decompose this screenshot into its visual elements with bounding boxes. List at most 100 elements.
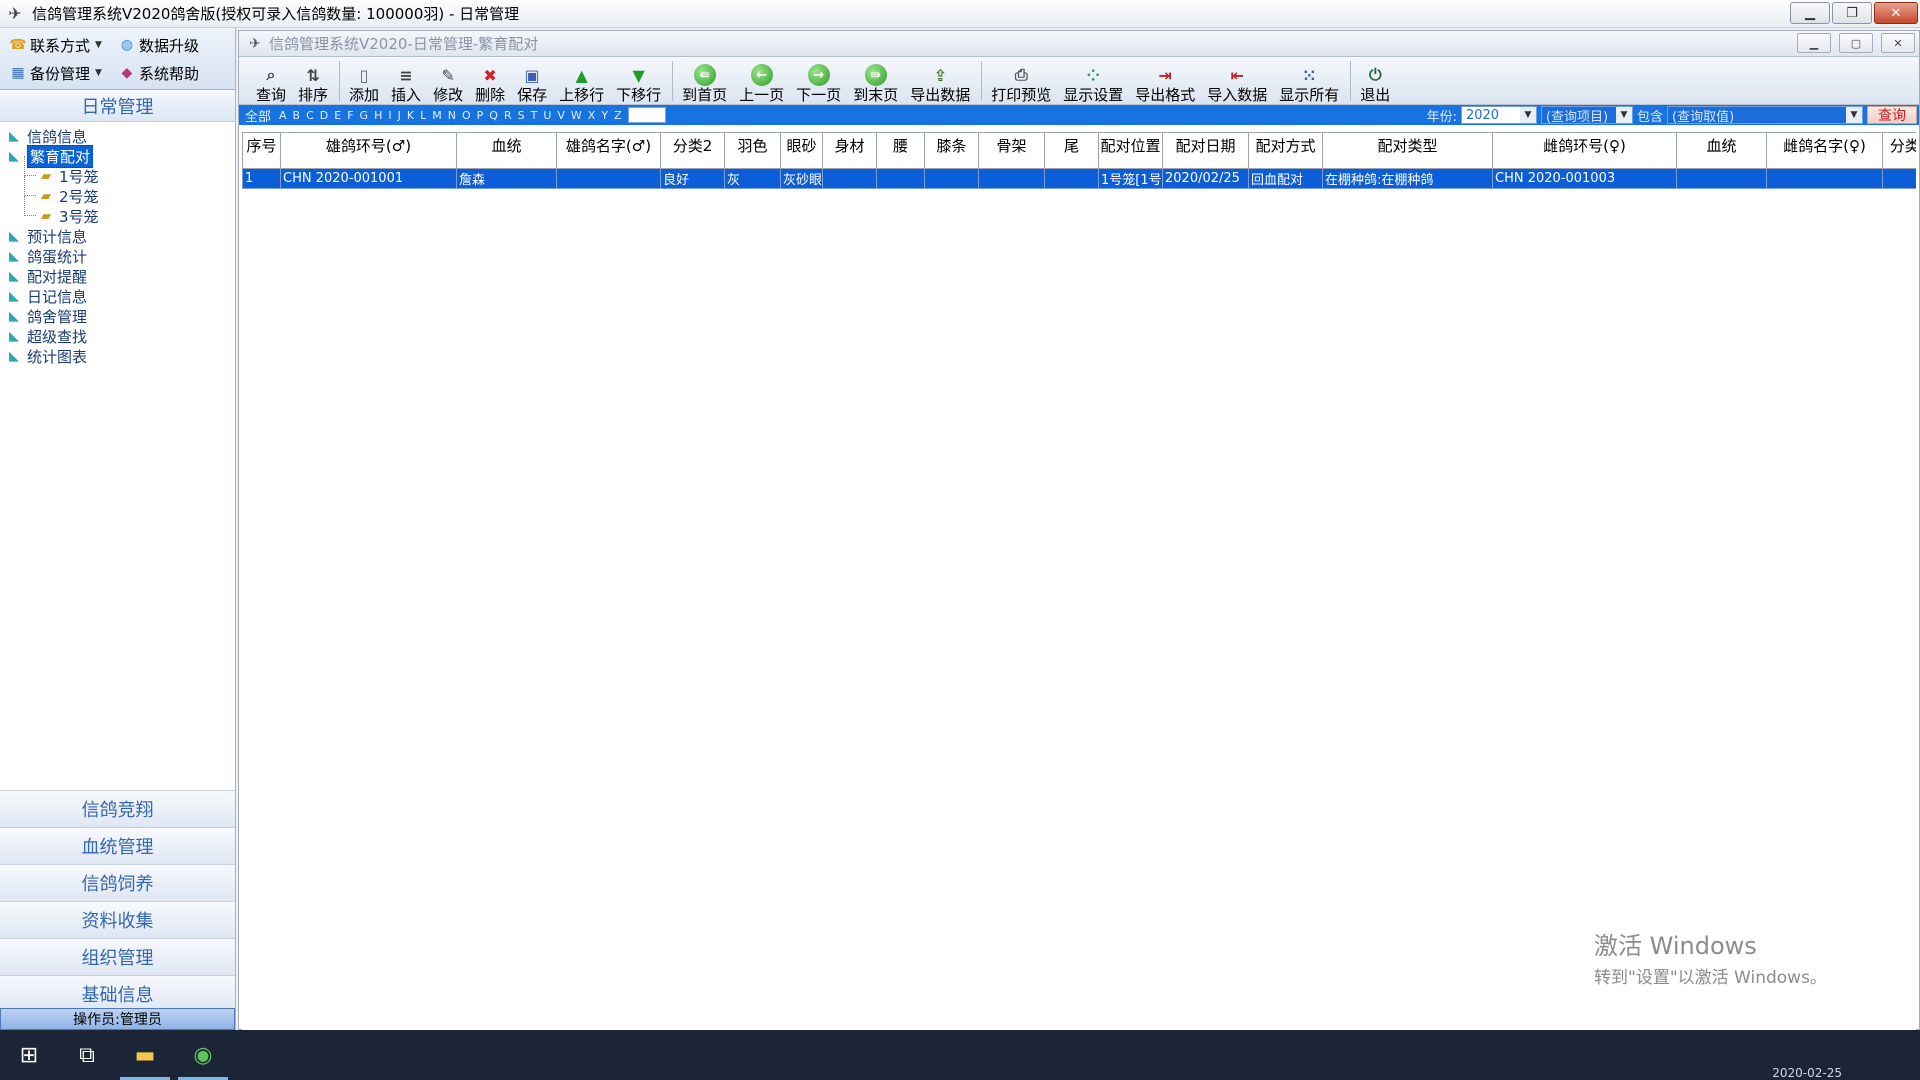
left-toolbar-grid-button[interactable]: ▦ 备份管理 ▼ — [4, 61, 107, 85]
letter-filter-i[interactable]: I — [388, 109, 391, 122]
column-header[interactable]: 羽色 — [724, 132, 781, 169]
exit-button[interactable]: ⏻ 退出 — [1357, 58, 1393, 104]
letter-filter-q[interactable]: Q — [489, 109, 498, 122]
nav-section-button[interactable]: 信鸽饲养 — [0, 864, 235, 901]
letter-filter-c[interactable]: C — [306, 109, 314, 122]
letter-filter-m[interactable]: M — [432, 109, 442, 122]
inner-minimize-button[interactable]: ▁ — [1797, 33, 1831, 53]
tree-item[interactable]: ◣ 超级查找 — [6, 326, 235, 346]
table-cell[interactable] — [1766, 168, 1883, 189]
letter-filter-input[interactable] — [627, 107, 666, 123]
table-cell[interactable] — [1044, 168, 1099, 189]
query-item-select[interactable]: (查询项目) ▼ — [1540, 106, 1633, 125]
last-page-button[interactable]: ⇛ 到末页 — [850, 58, 901, 104]
tree-item[interactable]: ◣ 鸽蛋统计 — [6, 246, 235, 266]
column-header[interactable]: 配对位置 — [1098, 132, 1163, 169]
letter-filter-h[interactable]: H — [374, 109, 382, 122]
nav-section-button[interactable]: 信鸽竞翔 — [0, 790, 235, 827]
table-cell[interactable] — [1676, 168, 1767, 189]
query-value-select[interactable]: (查询取值) ▼ — [1667, 106, 1863, 125]
next-page-button[interactable]: → 下一页 — [793, 58, 844, 104]
inner-close-button[interactable]: ✕ — [1881, 33, 1915, 53]
column-header[interactable]: 雄鸽环号(♂) — [280, 132, 457, 169]
task-view-button[interactable]: ⧉ — [58, 1030, 116, 1080]
letter-filter-n[interactable]: N — [448, 109, 456, 122]
column-header[interactable]: 尾 — [1044, 132, 1099, 169]
column-header[interactable]: 配对方式 — [1248, 132, 1323, 169]
table-cell[interactable]: 1 — [242, 168, 281, 189]
edit-button[interactable]: ✎ 修改 — [430, 58, 466, 105]
export-format-button[interactable]: ⇥ 导出格式 — [1132, 58, 1198, 105]
print-preview-button[interactable]: ⎙ 打印预览 — [988, 58, 1054, 104]
nav-section-button[interactable]: 资料收集 — [0, 901, 235, 938]
inner-maximize-button[interactable]: ▢ — [1839, 33, 1873, 53]
minimize-button[interactable]: ▁ — [1790, 2, 1830, 24]
section-title-daily[interactable]: 日常管理 — [0, 90, 235, 122]
column-header[interactable]: 骨架 — [978, 132, 1045, 169]
table-cell[interactable]: 1号笼[1号 — [1098, 168, 1163, 189]
letter-filter-u[interactable]: U — [543, 109, 551, 122]
restore-button[interactable]: ❐ — [1832, 2, 1872, 24]
save-button[interactable]: ▣ 保存 — [514, 58, 550, 105]
sort-button[interactable]: ⇅ 排序 — [295, 58, 331, 105]
delete-button[interactable]: ✖ 删除 — [472, 58, 508, 105]
letter-filter-a[interactable]: A — [279, 109, 287, 122]
tree-item[interactable]: ◣ 配对提醒 — [6, 266, 235, 286]
first-page-button[interactable]: ⇚ 到首页 — [679, 58, 730, 104]
tree-item[interactable]: ◣ 繁育配对 — [6, 144, 235, 168]
column-header[interactable]: 序号 — [242, 132, 281, 169]
tree-item[interactable]: ◣ 日记信息 — [6, 286, 235, 306]
import-data-button[interactable]: ⇤ 导入数据 — [1204, 58, 1270, 105]
letter-filter-all[interactable]: 全部 — [245, 106, 271, 125]
tree-item[interactable]: ◣ 统计图表 — [6, 346, 235, 366]
letter-filter-o[interactable]: O — [462, 109, 471, 122]
tree-item[interactable]: ◣ 信鸽信息 — [6, 126, 235, 146]
table-cell[interactable]: 回血配对 — [1248, 168, 1323, 189]
export-data-button[interactable]: ⇪ 导出数据 — [907, 58, 973, 105]
table-cell[interactable]: 詹森 — [456, 168, 557, 189]
table-cell[interactable]: CHN 2020-001003 — [1492, 168, 1677, 189]
letter-filter-d[interactable]: D — [320, 109, 328, 122]
left-toolbar-phone-button[interactable]: ☎ 联系方式 ▼ — [4, 33, 107, 57]
letter-filter-v[interactable]: V — [557, 109, 565, 122]
column-header[interactable]: 膝条 — [924, 132, 979, 169]
column-header[interactable]: 眼砂 — [780, 132, 823, 169]
nav-section-button[interactable]: 基础信息 — [0, 975, 235, 1012]
column-header[interactable]: 配对类型 — [1322, 132, 1493, 169]
letter-filter-y[interactable]: Y — [601, 109, 608, 122]
show-all-button[interactable]: ⁙ 显示所有 — [1276, 58, 1342, 105]
letter-filter-k[interactable]: K — [407, 109, 414, 122]
column-header[interactable]: 血统 — [1676, 132, 1767, 169]
tree-item[interactable]: ▰ 3号笼 — [6, 196, 235, 226]
table-cell[interactable]: 在棚种鸽:在棚种鸽 — [1322, 168, 1493, 189]
table-cell[interactable] — [1882, 168, 1916, 189]
table-cell[interactable] — [978, 168, 1045, 189]
letter-filter-b[interactable]: B — [293, 109, 301, 122]
table-cell[interactable]: 良好 — [660, 168, 725, 189]
tree-item[interactable]: ▰ 2号笼 — [6, 176, 235, 206]
table-cell[interactable] — [822, 168, 877, 189]
table-cell[interactable] — [924, 168, 979, 189]
letter-filter-w[interactable]: W — [571, 109, 582, 122]
tree-item[interactable]: ▰ 1号笼 — [6, 156, 235, 186]
query-button[interactable]: 查询 — [1867, 106, 1917, 124]
left-toolbar-book-button[interactable]: ◆ 系统帮助 — [113, 61, 204, 85]
insert-button[interactable]: ≡ 插入 — [388, 58, 424, 105]
letter-filter-l[interactable]: L — [420, 109, 426, 122]
tree-item[interactable]: ◣ 鸽舍管理 — [6, 306, 235, 326]
start-button[interactable]: ⊞ — [0, 1030, 58, 1080]
letter-filter-p[interactable]: P — [477, 109, 484, 122]
pigeon-app-taskbar-button[interactable]: ◉ — [174, 1030, 232, 1080]
letter-filter-s[interactable]: S — [518, 109, 525, 122]
column-header[interactable]: 分类2 — [660, 132, 725, 169]
table-cell[interactable] — [876, 168, 925, 189]
year-select[interactable]: 2020 ▼ — [1460, 106, 1537, 124]
new-doc-button[interactable]: ▯ 添加 — [346, 58, 382, 105]
table-cell[interactable]: CHN 2020-001001 — [280, 168, 457, 189]
prev-page-button[interactable]: ← 上一页 — [736, 58, 787, 104]
binoculars-button[interactable]: ⌕ 查询 — [253, 58, 289, 104]
table-cell[interactable]: 2020/02/25 — [1162, 168, 1249, 189]
column-header[interactable]: 身材 — [822, 132, 877, 169]
column-header[interactable]: 配对日期 — [1162, 132, 1249, 169]
letter-filter-g[interactable]: G — [360, 109, 369, 122]
